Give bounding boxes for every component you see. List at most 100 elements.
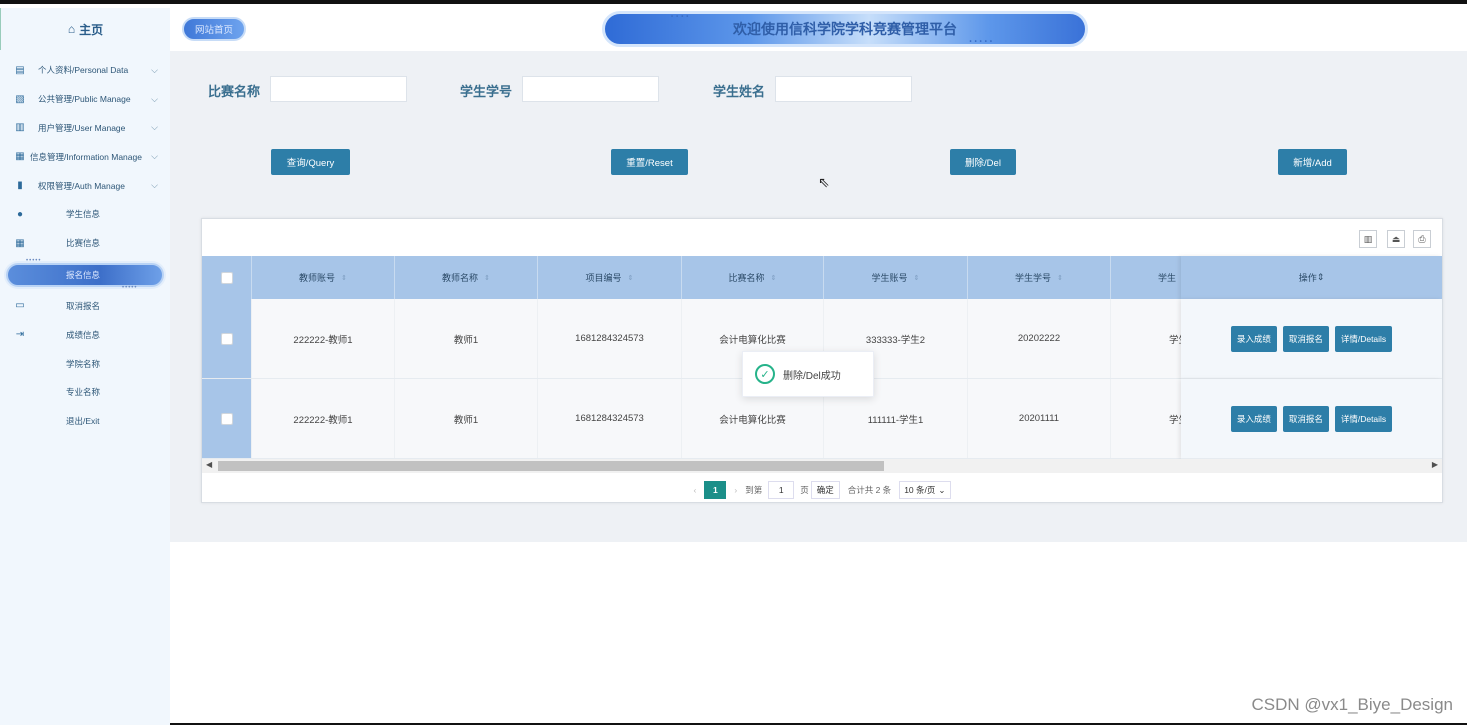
table-cell: 20202222: [968, 299, 1111, 378]
book-icon: ▭: [15, 300, 25, 312]
sidebar-item-registration-info[interactable]: ••••• 报名信息 •••••: [0, 258, 170, 292]
table-cell: 教师1: [395, 299, 538, 378]
details-button[interactable]: 详情/Details: [1334, 405, 1393, 432]
competition-name-input[interactable]: [270, 76, 407, 102]
columns-icon[interactable]: ▥: [1359, 230, 1377, 248]
select-all-checkbox[interactable]: [220, 271, 233, 284]
sidebar-item-label: 公共管理/Public Manage: [38, 94, 131, 105]
horizontal-scrollbar[interactable]: ◀ ▶: [202, 459, 1442, 473]
column-header-student-account[interactable]: 学生账号 ⇕: [824, 256, 968, 299]
sort-icon[interactable]: ⇕: [771, 274, 777, 282]
sidebar-item-cancel-registration[interactable]: ▭ 取消报名: [0, 292, 170, 321]
page-title-banner: •••• 欢迎使用信科学院学科竞赛管理平台 •••••: [602, 11, 1088, 47]
column-header-teacher-account[interactable]: 教师账号 ⇕: [252, 256, 395, 299]
top-header: 网站首页 •••• 欢迎使用信科学院学科竞赛管理平台 •••••: [170, 8, 1467, 51]
search-label-student-id: 学生学号: [460, 84, 513, 99]
enter-score-button[interactable]: 录入成绩: [1230, 405, 1277, 432]
column-header-student-partial[interactable]: 学生: [1111, 256, 1182, 299]
prev-page-icon[interactable]: ‹: [694, 485, 697, 495]
chevron-down-icon: ⌄: [938, 484, 946, 495]
search-label-competition: 比赛名称: [208, 84, 261, 99]
calendar-icon: ▦: [15, 237, 25, 249]
table-cell: 20201111: [968, 379, 1111, 458]
delete-button[interactable]: 删除/Del: [950, 149, 1016, 175]
sort-icon[interactable]: ⇕: [628, 274, 634, 282]
sidebar-item-information-manage[interactable]: ▦ 信息管理/Information Manage ⌵: [0, 142, 170, 171]
chevron-down-icon: ⌵: [151, 122, 158, 133]
table-cell: 1681284324573: [538, 379, 682, 458]
column-header-competition-name[interactable]: 比赛名称 ⇕: [682, 256, 824, 299]
pagination: ‹ 1 › 到第 1 页 确定 合计共 2 条 10 条/页 ⌄: [202, 477, 1442, 503]
row-select-cell: [202, 379, 252, 458]
goto-confirm-button[interactable]: 确定: [810, 481, 840, 499]
decor-dots: ••••: [671, 14, 692, 20]
total-count: 合计共 2 条: [847, 485, 892, 495]
column-header-teacher-name[interactable]: 教师名称 ⇕: [395, 256, 538, 299]
row-checkbox[interactable]: [220, 412, 233, 425]
goto-page-input[interactable]: 1: [768, 481, 795, 499]
scrollbar-thumb[interactable]: [218, 461, 884, 471]
decor-dots: •••••: [969, 39, 995, 45]
logout-icon: ⇥: [15, 329, 25, 341]
sidebar-item-student-info[interactable]: ● 学生信息: [0, 200, 170, 229]
sidebar-item-label: 比赛信息: [66, 238, 101, 249]
site-home-button[interactable]: 网站首页: [182, 17, 246, 41]
table-row: 222222-教师1 教师1 1681284324573 会计电算化比赛 333…: [202, 299, 1182, 379]
chart-icon: ▦: [15, 151, 25, 163]
app-window: ⌂ 主页 ▤ 个人资料/Personal Data ⌵ ▧ 公共管理/Publi…: [0, 0, 1467, 725]
table-cell: 1681284324573: [538, 299, 682, 378]
sort-icon[interactable]: ⇕: [914, 274, 920, 282]
table-cell: 222222-教师1: [252, 379, 395, 458]
sidebar-item-user-manage[interactable]: ▥ 用户管理/User Manage ⌵: [0, 114, 170, 143]
table-row: 222222-教师1 教师1 1681284324573 会计电算化比赛 111…: [202, 379, 1182, 459]
sort-icon[interactable]: ⇕: [341, 274, 347, 282]
row-checkbox[interactable]: [220, 332, 233, 345]
sidebar-item-score-info[interactable]: ⇥ 成绩信息: [0, 320, 170, 349]
sidebar-home-label: 主页: [79, 22, 104, 37]
column-header-student-id[interactable]: 学生学号 ⇕: [968, 256, 1111, 299]
clipboard-icon: ▧: [15, 93, 25, 105]
sidebar-item-label: 用户管理/User Manage: [38, 122, 126, 133]
query-button[interactable]: 查询/Query: [271, 149, 350, 175]
sort-icon[interactable]: ⇕: [1317, 272, 1325, 283]
details-button[interactable]: 详情/Details: [1334, 325, 1393, 352]
enter-score-button[interactable]: 录入成绩: [1230, 325, 1277, 352]
next-page-icon[interactable]: ›: [734, 485, 737, 495]
cancel-registration-button[interactable]: 取消报名: [1282, 325, 1329, 352]
table-cell: 222222-教师1: [252, 299, 395, 378]
sidebar-item-major-name[interactable]: 专业名称: [0, 378, 170, 407]
scroll-left-icon[interactable]: ◀: [206, 460, 212, 469]
document-icon: ▤: [15, 64, 25, 76]
student-name-input[interactable]: [775, 76, 912, 102]
cancel-registration-button[interactable]: 取消报名: [1282, 405, 1329, 432]
sidebar: ⌂ 主页 ▤ 个人资料/Personal Data ⌵ ▧ 公共管理/Publi…: [0, 8, 170, 725]
sidebar-item-college-name[interactable]: 学院名称: [0, 349, 170, 378]
sidebar-item-label: 信息管理/Information Manage: [30, 151, 142, 162]
chevron-down-icon: ⌵: [151, 151, 158, 162]
sidebar-item-personal-data[interactable]: ▤ 个人资料/Personal Data ⌵: [0, 56, 170, 85]
sort-icon[interactable]: ⇕: [484, 274, 490, 282]
sidebar-home[interactable]: ⌂ 主页: [0, 8, 170, 50]
page-size-select[interactable]: 10 条/页 ⌄: [899, 481, 951, 499]
sort-icon[interactable]: ⇕: [1057, 274, 1063, 282]
chevron-down-icon: ⌵: [151, 93, 158, 104]
sidebar-item-auth-manage[interactable]: ▮ 权限管理/Auth Manage ⌵: [0, 171, 170, 200]
sidebar-item-label: 退出/Exit: [66, 416, 100, 427]
decor-dots: •••••: [122, 284, 138, 291]
export-icon[interactable]: ⏏: [1387, 230, 1405, 248]
column-header-project-id[interactable]: 项目编号 ⇕: [538, 256, 682, 299]
sidebar-item-label: 权限管理/Auth Manage: [38, 180, 125, 191]
scroll-right-icon[interactable]: ▶: [1432, 460, 1438, 469]
reset-button[interactable]: 重置/Reset: [611, 149, 688, 175]
sidebar-item-exit[interactable]: 退出/Exit: [0, 407, 170, 436]
add-button[interactable]: 新增/Add: [1278, 149, 1347, 175]
page-number-current[interactable]: 1: [704, 481, 727, 499]
sidebar-item-competition-info[interactable]: ▦ 比赛信息: [0, 229, 170, 258]
sidebar-item-public-manage[interactable]: ▧ 公共管理/Public Manage ⌵: [0, 85, 170, 114]
sidebar-item-label: 学生信息: [66, 209, 101, 220]
users-icon: ▥: [15, 122, 25, 134]
student-id-input[interactable]: [522, 76, 659, 102]
print-icon[interactable]: ⎙: [1413, 230, 1431, 248]
check-circle-icon: ✓: [755, 364, 775, 384]
watermark: CSDN @vx1_Biye_Design: [1251, 695, 1453, 714]
